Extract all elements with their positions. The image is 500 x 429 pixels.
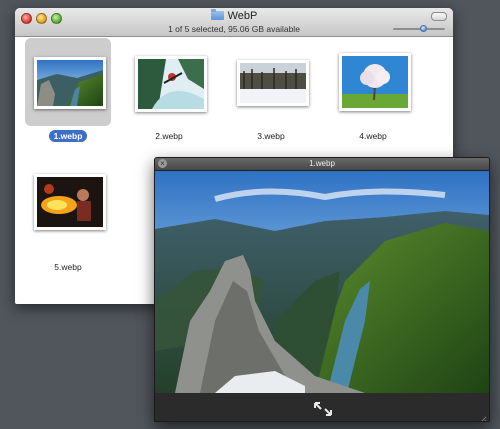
slider-track [393,28,445,30]
resize-grip-icon[interactable] [479,411,487,421]
file-item-4[interactable]: 4.webp [327,38,419,144]
file-item-2[interactable]: 2.webp [123,38,215,144]
file-label[interactable]: 4.webp [354,130,391,142]
thumbnail-winter-forest [240,63,306,103]
slider-thumb[interactable] [420,25,427,32]
quicklook-title: 1.webp [309,159,335,168]
file-item-1[interactable]: 1.webp [22,38,114,144]
file-thumbnail[interactable] [135,56,207,112]
file-label[interactable]: 2.webp [150,130,187,142]
window-title: WebP [15,9,453,22]
status-text: 1 of 5 selected, 95.06 GB available [168,24,300,34]
folder-icon [210,9,224,20]
thumbnail-fjord [37,60,103,106]
thumbnail-kayak [138,59,204,109]
file-label[interactable]: 1.webp [48,130,88,142]
selection-highlight [25,38,111,126]
icon-size-slider[interactable] [393,25,445,32]
file-thumbnail[interactable] [34,57,106,109]
window-title-text: WebP [227,10,258,22]
thumbnail-blossom-tree [342,56,408,108]
file-thumbnail[interactable] [237,60,309,106]
preview-image [155,171,489,393]
thumbnail-fire-breather [37,177,103,227]
fullscreen-icon[interactable] [312,400,334,418]
toolbar-toggle-button[interactable] [431,12,447,21]
file-label[interactable]: 3.webp [252,130,289,142]
file-thumbnail[interactable] [339,53,411,111]
quicklook-window: × 1.webp [154,157,490,422]
quicklook-footer [155,393,489,421]
file-thumbnail[interactable] [34,174,106,230]
file-label[interactable]: 5.webp [49,261,86,273]
quicklook-titlebar[interactable]: × 1.webp [155,158,489,171]
file-item-3[interactable]: 3.webp [225,38,317,144]
finder-titlebar[interactable]: WebP 1 of 5 selected, 95.06 GB available [15,8,453,37]
file-item-5[interactable]: 5.webp [22,169,114,275]
